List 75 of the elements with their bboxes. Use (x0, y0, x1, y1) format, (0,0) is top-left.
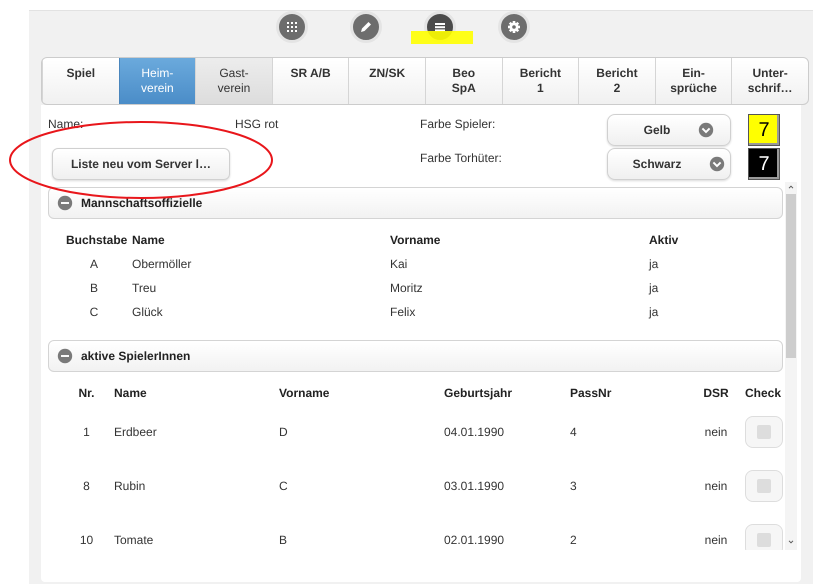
table-cell-text: 8 (82, 478, 91, 495)
table-cell-text: Moritz (390, 280, 424, 297)
column-header: Check (744, 385, 782, 402)
column-header: Buchstabe (66, 232, 128, 249)
column-header: Vorname (390, 232, 442, 249)
table-cell-text: ja (649, 280, 660, 297)
table-cell-text: 3 (570, 478, 578, 495)
highlight-marker (411, 31, 473, 44)
color-label: Farbe Torhüter: (420, 150, 503, 167)
column-header: Name (114, 385, 148, 402)
table-cell-text: Rubin (114, 478, 146, 495)
column-header: Vorname (279, 385, 330, 402)
table-cell-text: ja (649, 256, 660, 273)
table-cell-text: C (88, 304, 100, 321)
table-cell-text: Felix (390, 304, 416, 321)
table-cell-text: 03.01.1990 (444, 478, 506, 495)
column-header: DSR (702, 385, 730, 402)
table-cell-text: A (88, 256, 99, 273)
table-cell-text: Kai (390, 256, 408, 273)
scroll-up-icon (786, 183, 796, 191)
checkbox[interactable] (745, 416, 783, 448)
table-cell-text: Obermöller (132, 256, 192, 273)
tab[interactable]: Bericht 2 (578, 58, 655, 104)
scrollbar[interactable] (785, 182, 797, 550)
table-cell-text: nein (704, 424, 728, 441)
table-cell-text: Glück (132, 304, 164, 321)
checkbox[interactable] (745, 524, 783, 550)
table-cell-text: nein (704, 532, 728, 549)
collapse-icon (57, 195, 73, 211)
table-cell-text: 1 (82, 424, 91, 441)
section-title: Mannschaftsoffizielle (81, 196, 202, 210)
table-cell-text: 2 (570, 532, 578, 549)
reload-list-button[interactable]: Liste neu vom Server l… (52, 148, 230, 180)
table-cell-text: 4 (570, 424, 578, 441)
column-header: Nr. (77, 385, 96, 402)
column-header: Geburtsjahr (444, 385, 514, 402)
table-cell-text: B (279, 532, 288, 549)
table-cell-text: Treu (132, 280, 158, 297)
section-title: aktive SpielerInnen (81, 349, 190, 363)
toolbar-button[interactable] (350, 11, 382, 43)
tab[interactable]: SR A/B (272, 58, 348, 104)
table-cell-text: B (88, 280, 99, 297)
column-header: PassNr (570, 385, 612, 402)
chevron-down-icon (709, 156, 726, 172)
tab[interactable]: Gast- verein (195, 58, 272, 104)
team-name: HSG rot (235, 116, 280, 133)
table-cell-text: 04.01.1990 (444, 424, 506, 441)
color-label: Farbe Spieler: (420, 116, 496, 133)
table-cell-text: C (279, 478, 289, 495)
tab[interactable]: Unter- schrif… (731, 58, 808, 104)
section-header[interactable]: aktive SpielerInnen (48, 340, 783, 372)
jersey-number: 7 (748, 148, 780, 180)
table-cell-text: Tomate (114, 532, 154, 549)
tab[interactable]: Bericht 1 (502, 58, 578, 104)
toolbar-button[interactable] (498, 11, 530, 43)
color-dropdown[interactable]: Schwarz (607, 148, 731, 180)
table-cell-text: Erdbeer (114, 424, 158, 441)
color-dropdown[interactable]: Gelb (607, 114, 731, 146)
table-cell-text: 02.01.1990 (444, 532, 506, 549)
toolbar-button[interactable] (276, 11, 308, 43)
tab[interactable]: Ein- sprüche (654, 58, 732, 104)
table-cell-text: ja (649, 304, 660, 321)
table-cell-text: nein (704, 478, 728, 495)
column-header: Name (132, 232, 166, 249)
table-cell-text: 10 (78, 532, 94, 549)
scroll-down-icon (786, 538, 796, 546)
section-header[interactable]: Mannschaftsoffizielle (48, 187, 783, 219)
column-header: Aktiv (649, 232, 680, 249)
collapse-icon (57, 348, 73, 364)
jersey-number: 7 (748, 114, 780, 146)
chevron-down-icon (698, 122, 714, 138)
checkbox[interactable] (745, 470, 783, 502)
table-cell-text: D (279, 424, 289, 441)
tab[interactable]: Beo SpA (424, 58, 502, 104)
tab[interactable]: ZN/SK (348, 58, 425, 104)
